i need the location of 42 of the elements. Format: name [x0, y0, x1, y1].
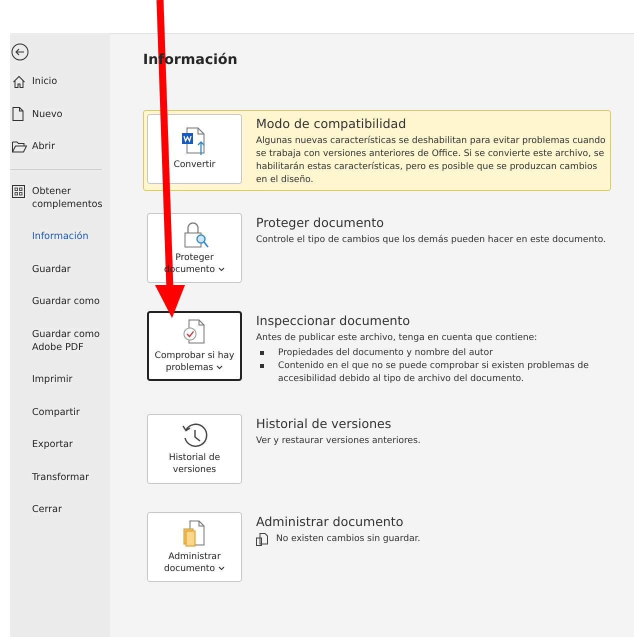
section-description: Controle el tipo de cambios que los demás pueden hacer en este documento.: [256, 234, 606, 247]
sidebar-item[interactable]: Inicio: [10, 75, 110, 88]
sidebar-item[interactable]: Abrir: [10, 140, 110, 153]
action-button[interactable]: Comprobar si hay problemas: [147, 311, 242, 381]
sidebar-item[interactable]: Obtener complementos: [10, 184, 110, 210]
sidebar-item[interactable]: Imprimir: [10, 373, 110, 386]
bullet-text: Contenido en el que no se puede comprobar si existen problemas de accesibilidad debido al tipo de archivo del documento.: [278, 360, 590, 386]
action-button[interactable]: Administrar documento: [147, 512, 242, 582]
grid-icon: [12, 184, 25, 198]
section-heading: Inspeccionar documento: [256, 313, 412, 328]
section-description: Antes de publicar este archivo, tenga en cuenta que contiene:: [256, 332, 538, 345]
sidebar-item[interactable]: Nuevo: [10, 108, 110, 120]
bullet-icon: [260, 364, 264, 368]
sidebar-item[interactable]: Exportar: [10, 438, 110, 451]
section-heading: Modo de compatibilidad: [256, 116, 408, 131]
bullet-text: Propiedades del documento y nombre del autor: [278, 347, 493, 360]
back-icon[interactable]: [11, 43, 29, 61]
sidebar-item[interactable]: Información: [10, 230, 110, 243]
sidebar-item[interactable]: Transformar: [10, 470, 110, 484]
document-icon: [256, 533, 268, 546]
documents-icon: [182, 519, 208, 549]
caret-icon: [216, 365, 224, 370]
caret-icon: [218, 267, 225, 272]
section-description: Ver y restaurar versiones anteriores.: [256, 435, 421, 448]
section-heading: Administrar documento: [256, 514, 404, 529]
section-heading: Historial de versiones: [256, 416, 392, 431]
action-button[interactable]: Historial de versiones: [147, 414, 242, 484]
history-icon: [180, 422, 208, 450]
home-icon: [12, 74, 26, 88]
sidebar-item[interactable]: Guardar: [10, 262, 110, 276]
section-description: Algunas nuevas características se deshabilitan para evitar problemas cuando se trabaja con versiones anteriores de Office. Si se convierte este archivo, se habilitarán estas características, pero es posible que se produzcan cambios en el diseño.: [256, 135, 607, 187]
section-description: No existen cambios sin guardar.: [276, 533, 420, 546]
sidebar-item[interactable]: Compartir: [10, 406, 110, 418]
action-button[interactable]: Convertir: [147, 114, 242, 184]
folder-icon: [12, 140, 27, 152]
sidebar-item[interactable]: Guardar como: [10, 295, 110, 308]
page-icon: [12, 107, 24, 121]
section-heading: Proteger documento: [256, 215, 385, 230]
bullet-icon: [260, 351, 264, 355]
caret-icon: [218, 566, 225, 572]
sidebar-item[interactable]: Guardar como Adobe PDF: [10, 328, 110, 354]
sidebar-item[interactable]: Cerrar: [10, 503, 110, 516]
